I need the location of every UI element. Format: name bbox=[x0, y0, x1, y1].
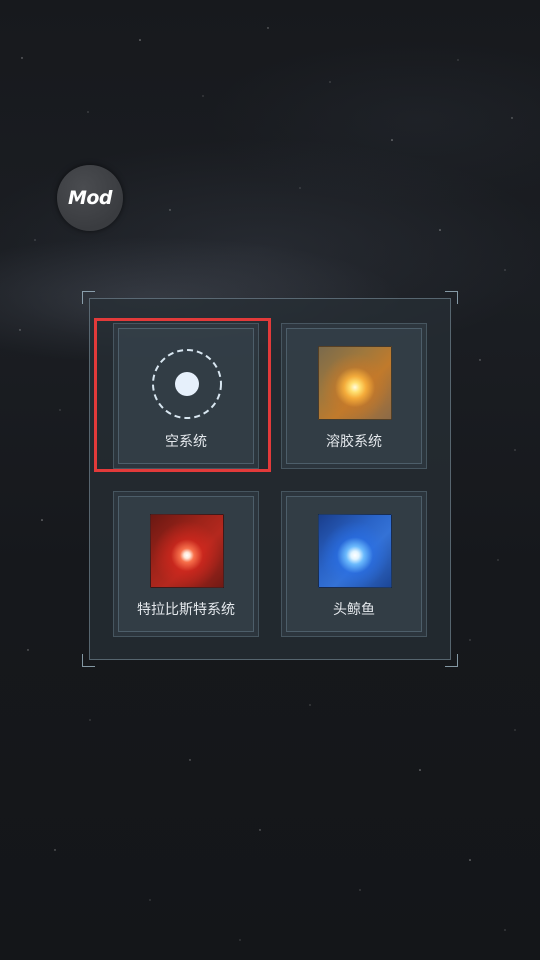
slot-corner bbox=[420, 630, 428, 638]
slot-label: 特拉比斯特系统 bbox=[137, 602, 235, 618]
slot-corner bbox=[280, 322, 288, 330]
slot-corner bbox=[252, 490, 260, 498]
slot-corner bbox=[252, 630, 260, 638]
panel-corner-bracket bbox=[445, 291, 458, 304]
slot-label: 头鲸鱼 bbox=[333, 602, 375, 618]
slot-corner bbox=[112, 322, 120, 330]
system-slot-nebula[interactable]: 溶胶系统 bbox=[281, 323, 427, 469]
game-screen: Mod 空系统 溶胶系统 特拉比斯特系统 头鲸鱼 bbox=[0, 0, 540, 960]
system-slot-empty[interactable]: 空系统 bbox=[113, 323, 259, 469]
system-slot-red-star[interactable]: 特拉比斯特系统 bbox=[113, 491, 259, 637]
red-star-thumbnail-icon bbox=[150, 514, 224, 588]
slot-corner bbox=[280, 462, 288, 470]
system-slot-blue-star[interactable]: 头鲸鱼 bbox=[281, 491, 427, 637]
slot-corner bbox=[112, 462, 120, 470]
slot-label: 空系统 bbox=[165, 434, 207, 450]
panel-corner-bracket bbox=[445, 654, 458, 667]
nebula-thumbnail-icon bbox=[318, 346, 392, 420]
slot-corner bbox=[420, 490, 428, 498]
slot-corner bbox=[112, 490, 120, 498]
slot-corner bbox=[280, 490, 288, 498]
panel-corner-bracket bbox=[82, 654, 95, 667]
slot-corner bbox=[252, 462, 260, 470]
slot-corner bbox=[280, 630, 288, 638]
slot-label: 溶胶系统 bbox=[326, 434, 382, 450]
slot-corner bbox=[252, 322, 260, 330]
mod-label: Mod bbox=[67, 187, 113, 209]
empty-system-icon bbox=[152, 349, 222, 419]
slot-corner bbox=[112, 630, 120, 638]
slot-corner bbox=[420, 462, 428, 470]
slot-corner bbox=[420, 322, 428, 330]
blue-star-thumbnail-icon bbox=[318, 514, 392, 588]
mod-button[interactable]: Mod bbox=[57, 165, 123, 231]
panel-corner-bracket bbox=[82, 291, 95, 304]
